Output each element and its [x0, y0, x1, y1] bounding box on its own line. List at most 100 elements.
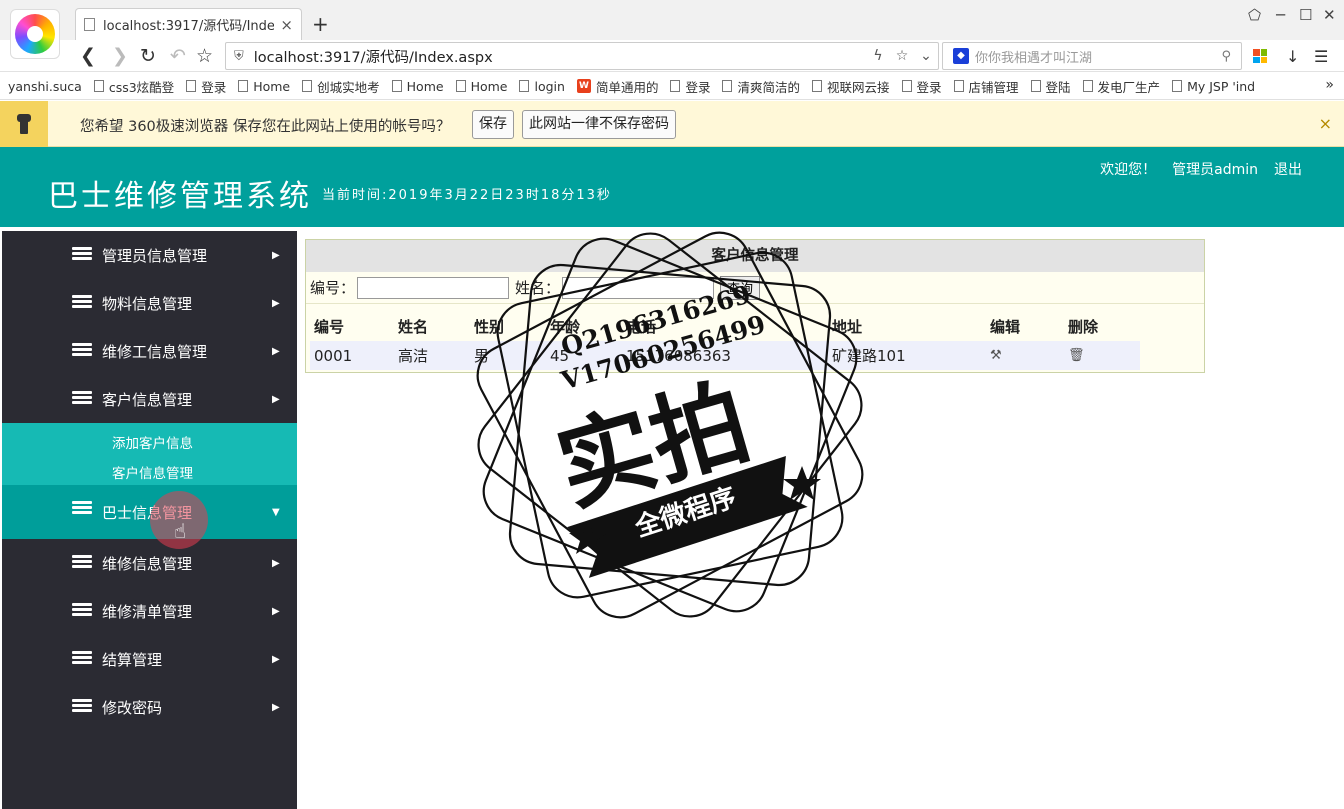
bookmark-item[interactable]: 创城实地考: [302, 77, 380, 96]
sidebar-item[interactable]: 维修信息管理 ▶: [2, 539, 297, 587]
sidebar-item-label: 结算管理: [102, 650, 163, 669]
dropdown-chevron-icon[interactable]: ⌄: [914, 48, 938, 64]
bookmark-item[interactable]: 发电厂生产: [1082, 77, 1160, 96]
never-save-button[interactable]: 此网站一律不保存密码: [522, 110, 676, 139]
bookmark-item[interactable]: 清爽简洁的: [722, 77, 800, 96]
sidebar-item[interactable]: 管理员信息管理 ▶: [2, 231, 297, 279]
bookmark-item[interactable]: yanshi.suca: [8, 79, 82, 94]
bookmark-item[interactable]: 登录: [901, 77, 942, 96]
search-placeholder[interactable]: 你你我相遇才叫江湖: [975, 47, 1221, 66]
undo-close-icon[interactable]: ↶: [170, 44, 186, 68]
app-header: 巴士维修管理系统 当前时间:2019年3月22日23时18分13秒 欢迎您！ 管…: [0, 147, 1344, 227]
close-bar-icon[interactable]: ×: [1319, 114, 1332, 133]
save-password-button[interactable]: 保存: [472, 110, 514, 139]
search-icon[interactable]: ⚲: [1221, 49, 1231, 64]
bookmark-star-icon[interactable]: ☆: [890, 48, 914, 64]
bookmark-page-icon: [238, 80, 249, 92]
address-url[interactable]: localhost:3917/源代码/Index.aspx: [254, 46, 866, 67]
watermark-ribbon-text: 全微程序: [631, 482, 740, 544]
save-password-message: 您希望 360极速浏览器 保存您在此网站上使用的帐号吗？: [80, 119, 451, 135]
bookmark-item[interactable]: 视联网云接: [811, 77, 890, 96]
query-button[interactable]: 查询: [720, 275, 761, 300]
name-input[interactable]: [562, 276, 715, 299]
bookmark-item[interactable]: Home: [238, 79, 290, 94]
bookmark-item[interactable]: 登陆: [1030, 77, 1071, 96]
bookmark-label: Home: [470, 78, 508, 94]
customer-panel: 客户信息管理 编号： 姓名： 查询 编号 姓名 性别 年龄 电话 地址 编辑 删除 0001 高洁…: [305, 239, 1205, 373]
caret-right-icon: ▶: [272, 605, 280, 617]
reload-icon[interactable]: ↻: [140, 44, 156, 68]
bookmark-item[interactable]: Home: [391, 79, 444, 94]
stack-icon: [72, 699, 92, 713]
bookmark-item[interactable]: Home: [455, 78, 508, 94]
bookmark-label: 清爽简洁的: [737, 79, 800, 95]
browser-logo-icon[interactable]: [10, 9, 60, 59]
bookmark-page-icon: [901, 80, 912, 92]
stack-icon: [72, 555, 92, 569]
bookmark-page-icon: [670, 80, 681, 92]
bookmark-label: 简单通用的: [595, 79, 659, 95]
stack-icon: [72, 343, 92, 357]
bookmark-item[interactable]: 店铺管理: [953, 77, 1019, 96]
apps-grid-icon[interactable]: [1253, 49, 1267, 63]
sidebar-item[interactable]: 结算管理 ▶: [2, 635, 297, 683]
submenu-item[interactable]: 添加客户信息: [2, 429, 297, 459]
favorite-star-icon[interactable]: ☆: [196, 44, 213, 68]
key-icon: [0, 101, 48, 147]
maximize-icon[interactable]: ☐: [1299, 6, 1312, 24]
search-box[interactable]: ◆ 你你我相遇才叫江湖 ⚲: [942, 42, 1242, 70]
new-tab-button[interactable]: +: [312, 12, 329, 36]
bookmark-item[interactable]: login: [519, 79, 565, 94]
bookmark-item[interactable]: 登录: [186, 77, 226, 96]
sidebar-item[interactable]: 修改密码 ▶: [2, 683, 297, 731]
bookmark-label: 创城实地考: [317, 79, 380, 95]
bookmark-item[interactable]: 登录: [670, 77, 710, 96]
bookmark-page-icon: [811, 80, 822, 92]
bookmark-page-icon: [186, 80, 197, 92]
bookmark-label: 登录: [201, 79, 227, 95]
stack-icon: [72, 247, 92, 261]
download-icon[interactable]: ↓: [1286, 47, 1299, 66]
sidebar-item[interactable]: 物料信息管理 ▶: [2, 279, 297, 327]
bookmark-item[interactable]: css3炫酷登: [93, 77, 174, 96]
delete-icon[interactable]: 🗑: [1064, 348, 1140, 363]
stack-icon: [72, 391, 92, 405]
baidu-paw-icon: ◆: [953, 48, 969, 64]
window-close-icon[interactable]: ✕: [1323, 6, 1336, 24]
browser-tab[interactable]: localhost:3917/源代码/Index.a ×: [75, 8, 302, 40]
sidebar-item-label: 客户信息管理: [102, 390, 193, 409]
bookmark-label: My JSP 'ind: [1187, 78, 1256, 94]
tab-close-icon[interactable]: ×: [280, 16, 293, 34]
sidebar-item-label: 维修工信息管理: [102, 342, 208, 361]
caret-right-icon: ▶: [272, 249, 280, 261]
bookmark-item[interactable]: My JSP 'ind: [1172, 79, 1255, 94]
back-icon[interactable]: ❮: [80, 44, 96, 68]
edit-icon[interactable]: ⚒: [986, 348, 1064, 363]
star-left-icon: [569, 520, 607, 554]
skin-icon[interactable]: ⬠: [1248, 6, 1261, 24]
user-link[interactable]: 管理员admin: [1172, 159, 1258, 179]
caret-right-icon: ▶: [272, 701, 280, 713]
logout-link[interactable]: 退出: [1274, 159, 1302, 179]
bookmarks-bar: yanshi.suca css3炫酷登 登录 Home 创城实地考 Home Home log…: [0, 73, 1344, 100]
sidebar-item[interactable]: 维修清单管理 ▶: [2, 587, 297, 635]
sidebar-item[interactable]: 巴士信息管理 ▼: [2, 485, 297, 539]
bookmark-page-icon: [519, 80, 530, 92]
sidebar-item[interactable]: 维修工信息管理 ▶: [2, 327, 297, 375]
sidebar-item[interactable]: 客户信息管理 ▶: [2, 375, 297, 423]
star-right-icon: [783, 466, 821, 500]
bookmark-label: yanshi.suca: [8, 78, 82, 94]
column-header: 删除: [1068, 318, 1099, 336]
search-row: 编号： 姓名： 查询: [306, 272, 1204, 304]
customer-table: 编号 姓名 性别 年龄 电话 地址 编辑 删除 0001 高洁 男 45 15176086363 矿建路1…: [310, 312, 1140, 370]
column-header: 编辑: [990, 318, 1021, 336]
menu-icon[interactable]: ☰: [1314, 47, 1328, 66]
minimize-icon[interactable]: ─: [1276, 6, 1285, 24]
column-header: 地址: [832, 318, 863, 336]
address-bar[interactable]: ⛨ localhost:3917/源代码/Index.aspx ϟ ☆ ⌄: [225, 42, 939, 70]
bookmark-item[interactable]: W 简单通用的: [576, 77, 659, 96]
bookmarks-more-icon[interactable]: »: [1325, 77, 1334, 93]
id-input[interactable]: [357, 276, 510, 299]
lightning-icon[interactable]: ϟ: [866, 48, 890, 64]
forward-icon[interactable]: ❯: [112, 44, 128, 68]
